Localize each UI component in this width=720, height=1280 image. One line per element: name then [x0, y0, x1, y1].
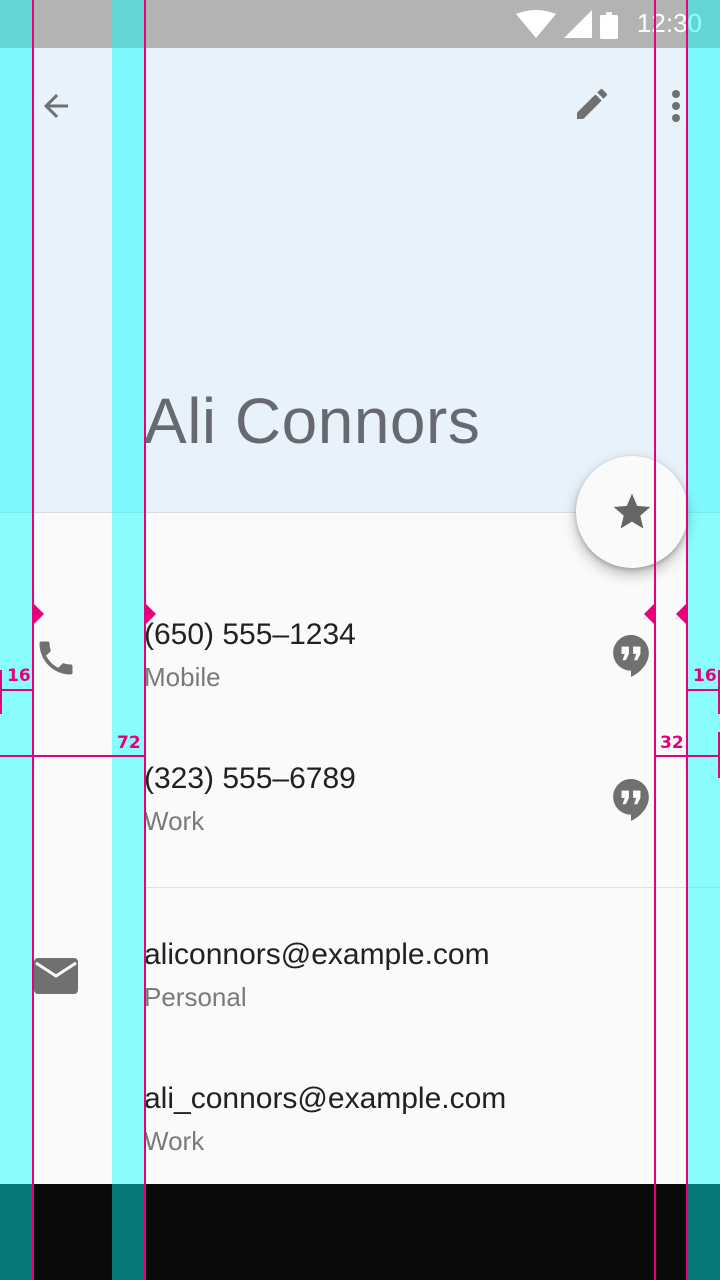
email-row-personal[interactable]: aliconnors@example.com Personal [0, 904, 720, 1048]
star-icon [613, 493, 651, 529]
status-bar: 12:30 [0, 0, 720, 48]
phone-type: Work [144, 806, 205, 836]
section-divider [144, 887, 720, 888]
edit-pencil-icon [577, 88, 608, 119]
cell-signal-icon [564, 10, 592, 38]
more-vert-icon [672, 90, 680, 122]
email-icon [34, 958, 78, 994]
back-arrow-icon [44, 94, 68, 118]
navigation-bar [0, 1184, 720, 1280]
phone-row-work[interactable]: (323) 555–6789 Work [0, 728, 720, 872]
wifi-icon [516, 10, 556, 38]
battery-icon [600, 12, 618, 39]
phone-row-mobile[interactable]: (650) 555–1234 Mobile [0, 584, 720, 728]
email-type: Work [144, 1126, 205, 1156]
back-button[interactable] [30, 80, 82, 132]
favorite-button[interactable] [576, 456, 688, 568]
email-address: ali_connors@example.com [144, 1082, 507, 1115]
hangouts-message-icon[interactable] [612, 778, 650, 822]
phone-icon [39, 641, 73, 675]
contact-header: Ali Connors [0, 48, 720, 513]
contact-name: Ali Connors [144, 385, 481, 457]
email-address: aliconnors@example.com [144, 938, 490, 971]
email-type: Personal [144, 982, 247, 1012]
phone-type: Mobile [144, 662, 221, 692]
phone-number: (323) 555–6789 [144, 762, 356, 795]
status-time: 12:30 [636, 8, 702, 38]
hangouts-message-icon[interactable] [612, 634, 650, 678]
more-options-button[interactable] [656, 80, 696, 132]
phone-number: (650) 555–1234 [144, 618, 356, 651]
email-row-work[interactable]: ali_connors@example.com Work [0, 1048, 720, 1192]
edit-button[interactable] [566, 78, 618, 130]
status-icons [516, 10, 618, 39]
